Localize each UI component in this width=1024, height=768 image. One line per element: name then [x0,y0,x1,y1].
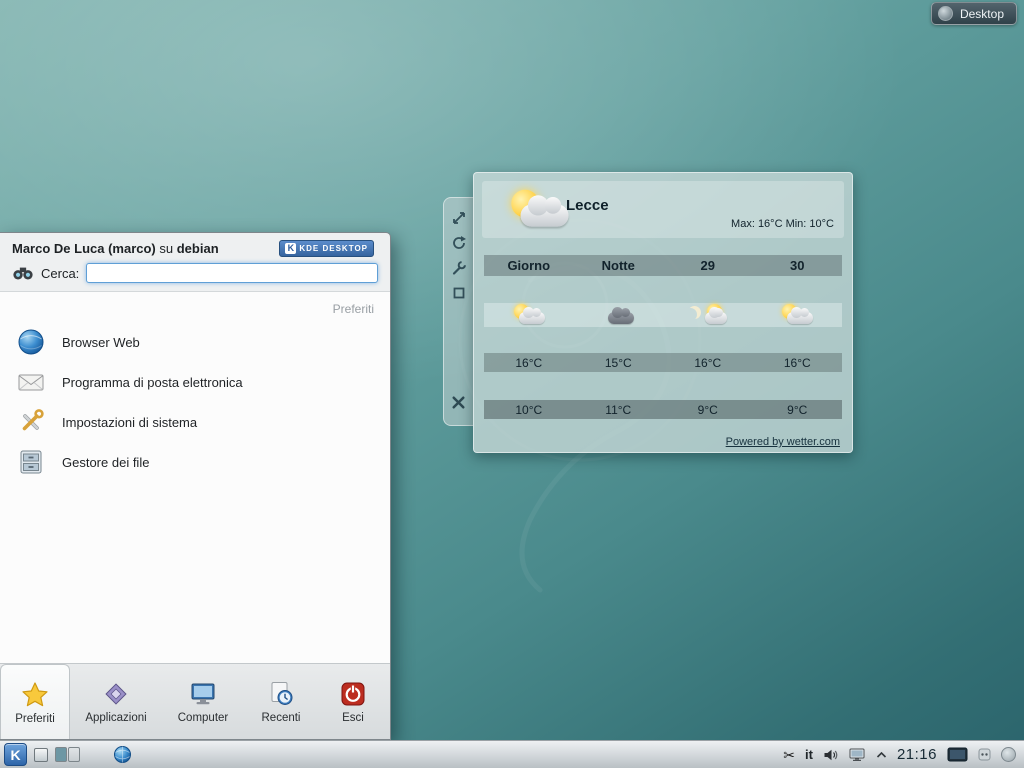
favorite-item-label: Browser Web [62,335,140,350]
night-temp: 11°C [574,403,664,417]
close-icon[interactable] [450,394,467,411]
tab-preferiti[interactable]: Preferiti [0,664,70,739]
pager-desktop-2[interactable] [68,747,80,762]
kickoff-menu: Marco De Luca (marco) su debian K KDE DE… [0,232,391,740]
resize-icon[interactable] [451,210,467,226]
day-temp: 16°C [663,356,753,370]
klipper-scissors-icon[interactable]: ✂ [783,748,795,762]
globe-icon [16,327,46,357]
tab-recenti[interactable]: Recenti [244,664,318,739]
favorites-section-label: Preferiti [0,292,390,322]
kde-logo-icon: K [10,747,20,763]
favorite-item-file-manager[interactable]: Gestore dei file [0,442,390,482]
user-name: Marco De Luca (marco) [12,241,156,256]
weather-forecast-icon [598,303,638,327]
tab-label: Computer [178,712,229,724]
night-temp: 9°C [753,403,843,417]
weather-header: Lecce Max: 16°C Min: 10°C [482,181,844,238]
mail-icon [16,367,46,397]
favorite-item-label: Programma di posta elettronica [62,375,243,390]
kmenu-button[interactable]: K [4,743,27,766]
favorite-item-label: Impostazioni di sistema [62,415,197,430]
desktop-toolbox[interactable]: Desktop [931,2,1017,25]
pager-desktop-1[interactable] [55,747,67,762]
volume-icon[interactable] [823,748,839,762]
power-icon [338,679,368,709]
display-settings-icon[interactable] [947,747,968,762]
device-notifier-icon[interactable] [849,748,866,762]
day-temp: 16°C [753,356,843,370]
favorite-item-system-settings[interactable]: Impostazioni di sistema [0,402,390,442]
favorites-panel: Preferiti Browser Web Programma di posta… [0,292,390,663]
weather-forecast-icon [688,303,728,327]
rotate-icon[interactable] [451,235,467,251]
favorite-item-browser-web[interactable]: Browser Web [0,322,390,362]
plasma-toolbox-icon [938,6,953,21]
file-cabinet-icon [16,447,46,477]
tab-applicazioni[interactable]: Applicazioni [70,664,162,739]
search-input[interactable] [86,263,378,283]
user-connector: su [156,241,177,256]
maximize-icon[interactable] [451,285,467,301]
binoculars-icon [12,264,34,282]
desktop-pager[interactable] [55,747,80,762]
system-tray: ✂ it 21:16 [783,746,1020,763]
search-row: Cerca: [0,259,390,292]
panel-cashew-icon[interactable] [1001,747,1016,762]
tab-esci[interactable]: Esci [318,664,388,739]
wrench-icon[interactable] [451,260,467,276]
favorite-item-label: Gestore dei file [62,455,149,470]
night-temp: 10°C [484,403,574,417]
notifications-icon[interactable] [978,748,991,761]
show-desktop-icon[interactable] [34,748,48,762]
applications-icon [101,679,131,709]
weather-widget: Lecce Max: 16°C Min: 10°C Giorno Notte 2… [473,172,853,453]
kde-logo-icon: K [285,243,296,254]
weather-icons-row [484,303,842,327]
weather-city: Lecce [566,197,609,214]
favorite-item-mail[interactable]: Programma di posta elettronica [0,362,390,402]
weather-max-min: Max: 16°C Min: 10°C [731,218,834,230]
weather-forecast-icon [509,303,549,327]
kickoff-tab-bar: Preferiti Applicazioni Computer [0,663,390,739]
tools-icon [16,407,46,437]
weather-credit-link[interactable]: Powered by wetter.com [726,436,840,448]
computer-icon [188,679,218,709]
day-temp: 15°C [574,356,664,370]
bottom-panel: K ✂ it 21:16 [0,740,1024,768]
web-browser-launcher-icon[interactable] [113,745,132,764]
host-name: debian [177,241,219,256]
weather-col-label: 30 [753,258,843,273]
star-icon [20,680,50,710]
recent-icon [266,679,296,709]
plasmoid-handle [443,197,473,426]
weather-night-temps-row: 10°C 11°C 9°C 9°C [484,400,842,419]
tab-label: Esci [342,712,364,724]
tab-label: Preferiti [15,713,55,725]
weather-credit-row: Powered by wetter.com [482,432,844,450]
weather-columns-row: Giorno Notte 29 30 [484,255,842,276]
weather-forecast-icon [777,303,817,327]
digital-clock[interactable]: 21:16 [897,746,937,763]
expand-systray-icon[interactable] [876,751,887,759]
day-temp: 16°C [484,356,574,370]
tab-label: Applicazioni [85,712,146,724]
tab-label: Recenti [262,712,301,724]
kde-badge-label: KDE DESKTOP [299,244,368,253]
tab-computer[interactable]: Computer [162,664,244,739]
night-temp: 9°C [663,403,753,417]
weather-current-icon [502,187,576,231]
weather-col-label: 29 [663,258,753,273]
kickoff-header: Marco De Luca (marco) su debian K KDE DE… [0,233,390,259]
weather-col-label: Giorno [484,258,574,273]
search-label: Cerca: [41,266,79,281]
weather-col-label: Notte [574,258,664,273]
weather-day-temps-row: 16°C 15°C 16°C 16°C [484,353,842,372]
kde-desktop-badge: K KDE DESKTOP [279,240,374,257]
desktop-toolbox-label: Desktop [960,7,1004,21]
keyboard-layout-indicator[interactable]: it [805,747,813,762]
